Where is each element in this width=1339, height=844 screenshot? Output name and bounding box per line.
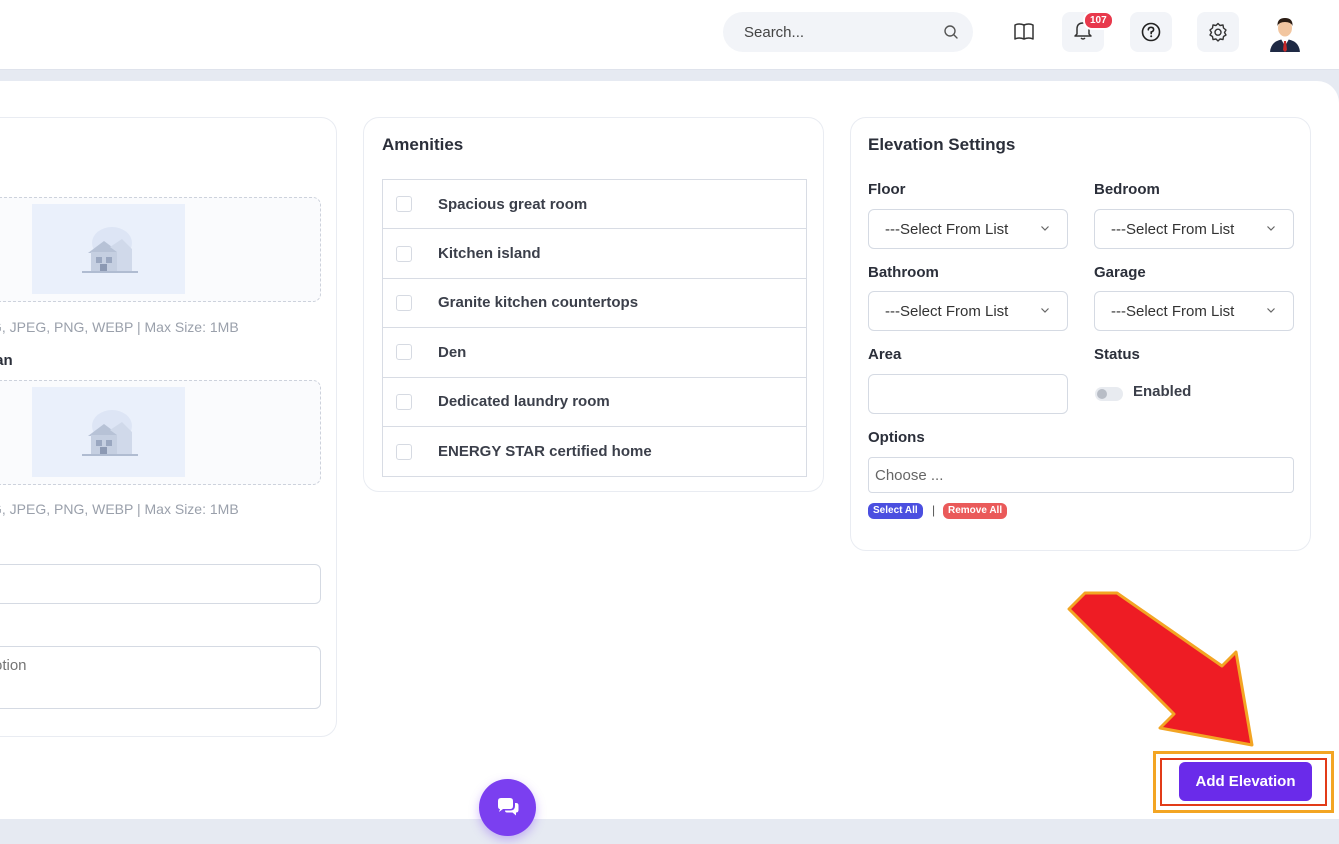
select-all-button[interactable]: Select All — [868, 503, 923, 519]
gear-icon[interactable] — [1197, 12, 1239, 52]
amenity-row[interactable]: ENERGY STAR certified home — [383, 427, 806, 476]
bedroom-label: Bedroom — [1094, 181, 1160, 198]
search-icon[interactable] — [943, 23, 959, 41]
area-input[interactable] — [868, 374, 1068, 414]
bedroom-select[interactable]: ---Select From List — [1094, 209, 1294, 249]
media-card: p r G, JPEG, PNG, WEBP | Max Size: 1MB l… — [0, 117, 337, 737]
floor-plan-placeholder — [32, 387, 185, 477]
floor-plan-hint: G, JPEG, PNG, WEBP | Max Size: 1MB — [0, 501, 239, 517]
chevron-down-icon — [1267, 308, 1275, 313]
chat-button[interactable] — [479, 779, 536, 836]
floor-select-value: ---Select From List — [885, 220, 1009, 238]
amenities-title: Amenities — [382, 135, 464, 154]
amenity-label: Kitchen island — [438, 245, 541, 263]
pill-separator: | — [932, 503, 936, 517]
chevron-down-icon — [1041, 308, 1049, 313]
elevation-image-hint: G, JPEG, PNG, WEBP | Max Size: 1MB — [0, 319, 239, 335]
bathroom-select[interactable]: ---Select From List — [868, 291, 1068, 331]
amenity-label: Den — [438, 343, 467, 361]
amenity-label: Spacious great room — [438, 195, 588, 213]
bathroom-label: Bathroom — [868, 264, 939, 281]
text-input[interactable] — [0, 564, 321, 604]
elevation-settings-card: Elevation Settings Floor ---Select From … — [850, 117, 1311, 551]
amenity-row[interactable]: Granite kitchen countertops — [383, 279, 806, 329]
elevation-image-placeholder — [32, 204, 185, 294]
amenity-label: ENERGY STAR certified home — [438, 443, 652, 461]
chat-icon — [497, 797, 518, 815]
area-label: Area — [868, 346, 902, 363]
bathroom-select-value: ---Select From List — [885, 302, 1009, 320]
notifications-button[interactable]: 107 — [1062, 11, 1114, 52]
chevron-down-icon — [1041, 226, 1049, 231]
bedroom-select-value: ---Select From List — [1111, 220, 1235, 238]
elevation-image-dropzone[interactable] — [0, 197, 321, 302]
floor-plan-dropzone[interactable] — [0, 380, 321, 485]
search-input[interactable] — [744, 23, 943, 41]
options-multiselect[interactable] — [868, 457, 1294, 493]
amenity-row[interactable]: Kitchen island — [383, 229, 806, 279]
garage-label: Garage — [1094, 264, 1146, 281]
floor-label: Floor — [868, 181, 906, 198]
amenities-card: Amenities Spacious great room Kitchen is… — [363, 117, 824, 492]
elevation-settings-title: Elevation Settings — [868, 135, 1016, 154]
status-label: Status — [1094, 346, 1140, 363]
help-icon[interactable] — [1130, 12, 1172, 52]
amenity-checkbox[interactable] — [396, 294, 412, 311]
amenity-row[interactable]: Den — [383, 328, 806, 378]
notification-count-badge: 107 — [1083, 11, 1114, 30]
amenity-label: Granite kitchen countertops — [438, 294, 639, 312]
options-label: Options — [868, 429, 925, 446]
amenity-checkbox[interactable] — [396, 196, 412, 213]
add-elevation-button[interactable]: Add Elevation — [1179, 762, 1312, 801]
annotation-arrow-icon — [1067, 591, 1254, 747]
avatar[interactable] — [1265, 12, 1305, 52]
amenity-checkbox[interactable] — [396, 393, 412, 410]
garage-select[interactable]: ---Select From List — [1094, 291, 1294, 331]
toggle-knob — [1097, 389, 1107, 399]
chevron-down-icon — [1267, 226, 1275, 231]
amenity-row[interactable]: Dedicated laundry room — [383, 378, 806, 427]
search-box[interactable] — [723, 12, 973, 52]
floor-select[interactable]: ---Select From List — [868, 209, 1068, 249]
top-bar: 107 — [0, 0, 1339, 70]
amenity-label: Dedicated laundry room — [438, 393, 610, 411]
floor-plan-label: lan — [0, 352, 13, 369]
amenity-checkbox[interactable] — [396, 443, 412, 460]
amenity-checkbox[interactable] — [396, 245, 412, 262]
amenities-list: Spacious great room Kitchen island Grani… — [382, 179, 807, 478]
description-textarea[interactable] — [0, 646, 321, 709]
amenity-checkbox[interactable] — [396, 344, 412, 361]
garage-select-value: ---Select From List — [1111, 302, 1235, 320]
book-icon[interactable] — [1003, 12, 1045, 52]
amenity-row[interactable]: Spacious great room — [383, 180, 806, 230]
status-toggle[interactable] — [1095, 387, 1123, 401]
remove-all-button[interactable]: Remove All — [943, 503, 1008, 519]
status-toggle-label: Enabled — [1133, 383, 1192, 400]
